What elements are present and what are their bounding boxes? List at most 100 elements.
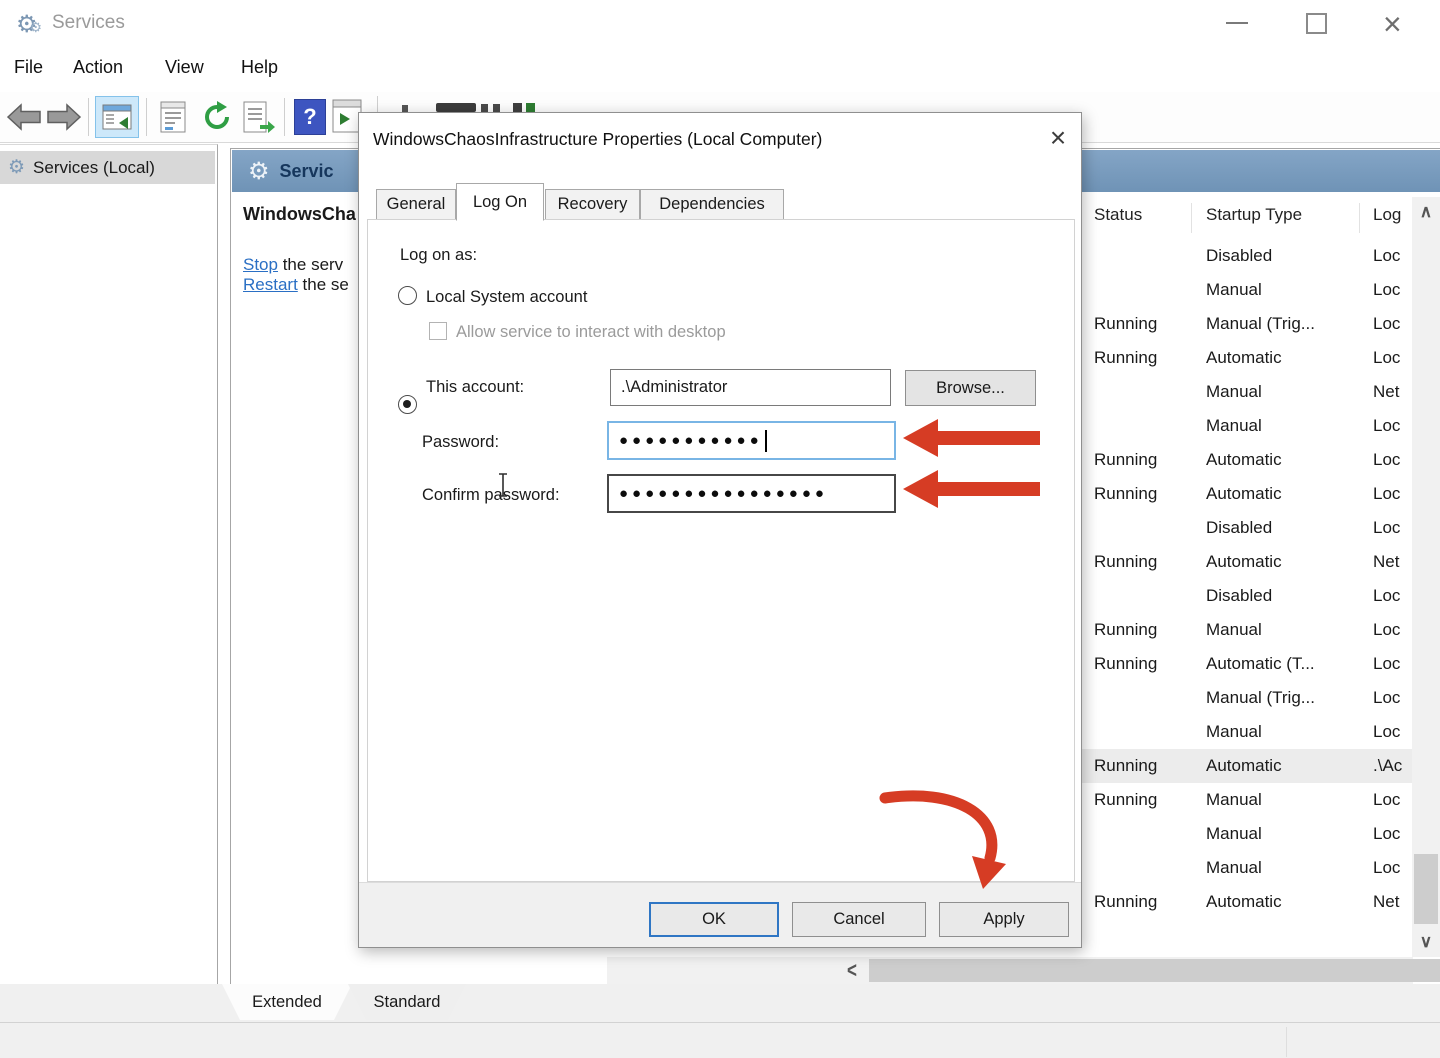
properties-dialog: WindowsChaosInfrastructure Properties (L… bbox=[358, 112, 1082, 948]
vertical-scroll-thumb[interactable] bbox=[1414, 854, 1438, 924]
cell-startup-type: Manual bbox=[1206, 273, 1368, 307]
tab-standard-label: Standard bbox=[374, 993, 441, 1012]
tab-general[interactable]: General bbox=[376, 189, 456, 220]
cell-status: Running bbox=[1094, 443, 1199, 477]
column-separator bbox=[1191, 203, 1192, 233]
scroll-up-icon[interactable]: ∧ bbox=[1412, 199, 1440, 225]
menu-bar: File Action View Help bbox=[0, 48, 1440, 92]
tab-extended-label: Extended bbox=[252, 993, 322, 1012]
account-value: .\Administrator bbox=[621, 378, 727, 397]
column-header-startup-type[interactable]: Startup Type bbox=[1206, 205, 1302, 225]
tab-extended[interactable]: Extended bbox=[222, 984, 352, 1020]
cell-status bbox=[1094, 681, 1199, 715]
tab-recovery[interactable]: Recovery bbox=[545, 189, 640, 220]
cell-status bbox=[1094, 239, 1199, 273]
hidden-toolbar-button-sliver bbox=[436, 103, 476, 112]
confirm-password-input[interactable]: ●●●●●●●●●●●●●●●● bbox=[607, 474, 896, 513]
horizontal-scrollbar[interactable]: < > bbox=[607, 957, 1413, 984]
refresh-icon[interactable] bbox=[198, 99, 236, 135]
properties-icon[interactable] bbox=[154, 99, 192, 135]
title-bar: ⚙⚙ Services × bbox=[0, 0, 1440, 48]
forward-icon[interactable] bbox=[45, 101, 83, 133]
service-description-pane: WindowsCha Stop the serv Restart the se bbox=[243, 204, 359, 504]
minimize-button[interactable] bbox=[1226, 22, 1248, 24]
back-icon[interactable] bbox=[5, 101, 43, 133]
cancel-button-label: Cancel bbox=[833, 910, 884, 929]
export-list-icon[interactable] bbox=[240, 99, 278, 135]
cell-startup-type: Disabled bbox=[1206, 511, 1368, 545]
cell-status: Running bbox=[1094, 885, 1199, 919]
tree-item-services-local[interactable]: ⚙ Services (Local) bbox=[0, 151, 215, 184]
scroll-left-icon[interactable]: < bbox=[839, 953, 865, 988]
tab-log-on-label: Log On bbox=[473, 193, 527, 212]
cell-log-on-as: Net bbox=[1373, 885, 1413, 919]
toolbar-separator bbox=[284, 98, 285, 136]
cell-log-on-as: .\Ac bbox=[1373, 749, 1413, 783]
vertical-scrollbar[interactable]: ∧ ∨ bbox=[1412, 197, 1440, 957]
hidden-toolbar-button-sliver bbox=[513, 103, 522, 112]
menu-help[interactable]: Help bbox=[241, 57, 278, 78]
cell-status: Running bbox=[1094, 783, 1199, 817]
cell-log-on-as: Loc bbox=[1373, 783, 1413, 817]
dialog-footer: OK Cancel Apply bbox=[359, 882, 1081, 947]
cell-log-on-as: Loc bbox=[1373, 817, 1413, 851]
cell-startup-type: Manual bbox=[1206, 851, 1368, 885]
restart-service-link[interactable]: Restart bbox=[243, 275, 298, 294]
account-input[interactable]: .\Administrator bbox=[610, 369, 891, 406]
stop-service-link[interactable]: Stop bbox=[243, 255, 278, 274]
ok-button[interactable]: OK bbox=[649, 902, 779, 937]
cell-status bbox=[1094, 273, 1199, 307]
cell-startup-type: Manual (Trig... bbox=[1206, 307, 1368, 341]
cell-startup-type: Disabled bbox=[1206, 239, 1368, 273]
menu-view[interactable]: View bbox=[165, 57, 204, 78]
cell-log-on-as: Loc bbox=[1373, 477, 1413, 511]
scroll-down-icon[interactable]: ∨ bbox=[1412, 929, 1440, 955]
cell-status bbox=[1094, 579, 1199, 613]
tab-dependencies-label: Dependencies bbox=[659, 195, 765, 214]
apply-button[interactable]: Apply bbox=[939, 902, 1069, 937]
this-account-radio[interactable] bbox=[398, 395, 417, 414]
cell-log-on-as: Loc bbox=[1373, 307, 1413, 341]
menu-action[interactable]: Action bbox=[73, 57, 123, 78]
window-title: Services bbox=[52, 12, 125, 34]
cell-log-on-as: Loc bbox=[1373, 681, 1413, 715]
help-icon[interactable]: ? bbox=[294, 99, 326, 135]
password-dots: ●●●●●●●●●●● bbox=[619, 433, 763, 448]
tab-log-on[interactable]: Log On bbox=[456, 183, 544, 221]
cell-status bbox=[1094, 375, 1199, 409]
interact-desktop-checkbox[interactable] bbox=[429, 322, 447, 340]
stop-service-line: Stop the serv bbox=[243, 255, 359, 275]
cell-status: Running bbox=[1094, 545, 1199, 579]
column-header-log-on-as[interactable]: Log bbox=[1373, 205, 1401, 225]
confirm-password-dots: ●●●●●●●●●●●●●●●● bbox=[619, 486, 828, 501]
password-input[interactable]: ●●●●●●●●●●● bbox=[607, 421, 896, 460]
stop-service-text: the serv bbox=[278, 255, 343, 274]
cell-startup-type: Automatic (T... bbox=[1206, 647, 1368, 681]
cell-startup-type: Automatic bbox=[1206, 885, 1368, 919]
this-account-label: This account: bbox=[426, 378, 524, 397]
restart-service-line: Restart the se bbox=[243, 275, 359, 295]
cell-status: Running bbox=[1094, 613, 1199, 647]
browse-button[interactable]: Browse... bbox=[905, 370, 1036, 406]
maximize-button[interactable] bbox=[1306, 13, 1327, 34]
menu-file[interactable]: File bbox=[14, 57, 43, 78]
hidden-toolbar-button-sliver bbox=[493, 104, 500, 112]
cell-log-on-as: Loc bbox=[1373, 273, 1413, 307]
cell-status: Running bbox=[1094, 647, 1199, 681]
console-tree-panel: ⚙ Services (Local) bbox=[0, 144, 218, 1022]
show-console-tree-icon[interactable] bbox=[95, 96, 139, 138]
tab-standard[interactable]: Standard bbox=[348, 984, 466, 1020]
tab-dependencies[interactable]: Dependencies bbox=[640, 189, 784, 220]
ibeam-cursor-icon bbox=[496, 472, 510, 498]
local-system-radio[interactable] bbox=[398, 286, 417, 305]
close-button[interactable]: × bbox=[1383, 6, 1402, 43]
horizontal-scroll-thumb[interactable] bbox=[869, 959, 1440, 982]
column-header-status[interactable]: Status bbox=[1094, 205, 1142, 225]
cancel-button[interactable]: Cancel bbox=[792, 902, 926, 937]
cell-startup-type: Automatic bbox=[1206, 749, 1368, 783]
cell-log-on-as: Loc bbox=[1373, 851, 1413, 885]
cell-log-on-as: Net bbox=[1373, 545, 1413, 579]
cell-log-on-as: Loc bbox=[1373, 579, 1413, 613]
dialog-close-icon[interactable]: × bbox=[1041, 121, 1075, 155]
services-node-icon: ⚙ bbox=[8, 156, 25, 179]
